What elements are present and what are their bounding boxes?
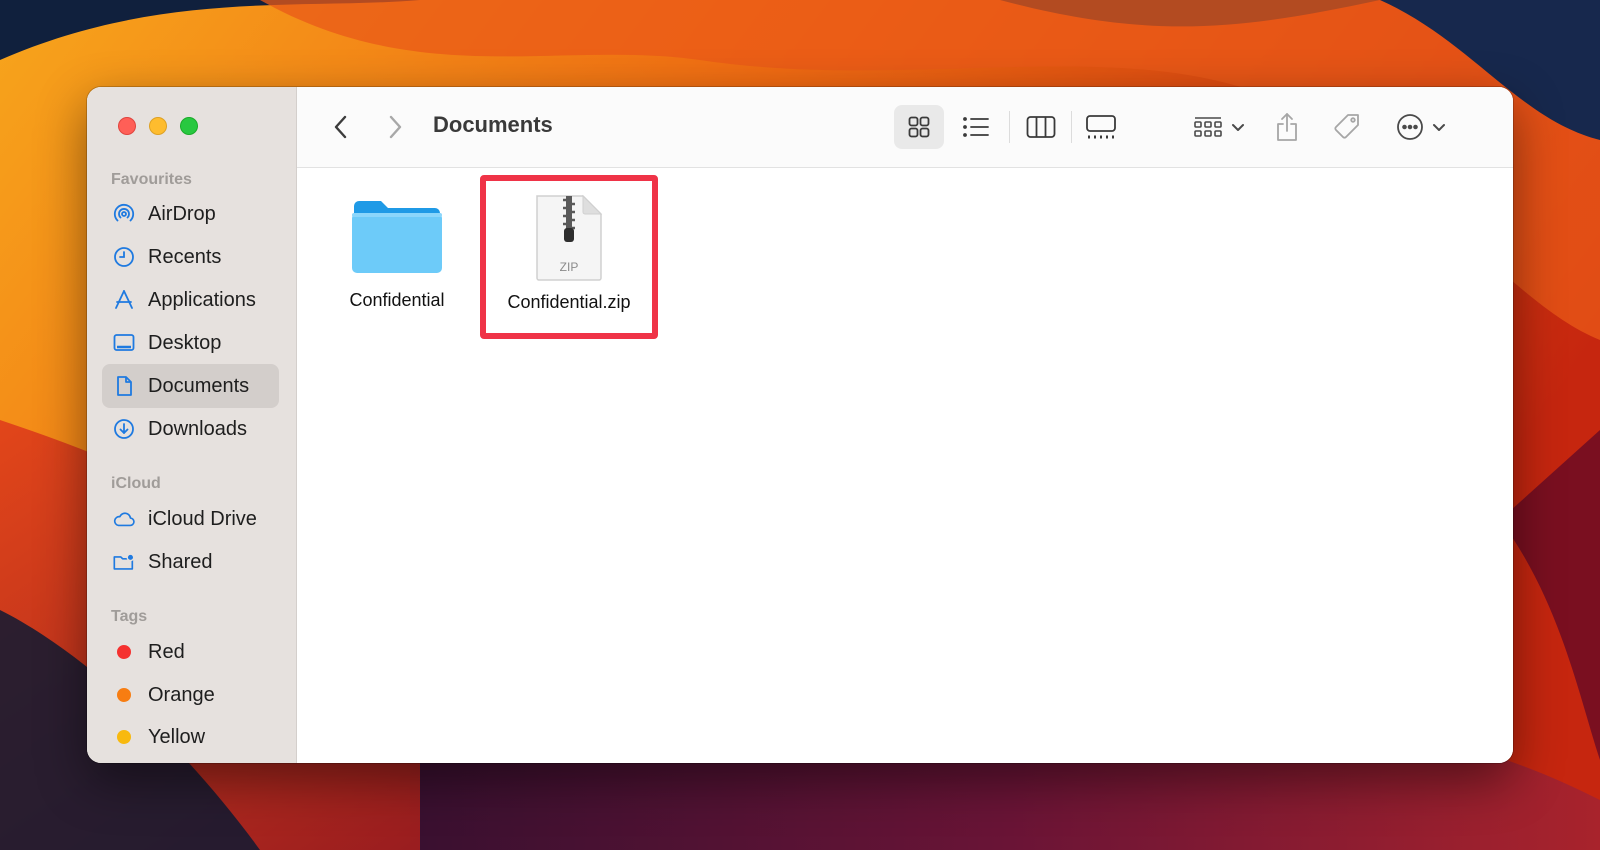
chevron-right-icon <box>389 115 402 139</box>
tag-icon <box>1334 114 1359 139</box>
cloud-icon <box>112 507 136 531</box>
gallery-view-button[interactable] <box>1074 105 1128 149</box>
sidebar-item-label: iCloud Drive <box>148 507 257 530</box>
chevron-left-icon <box>334 115 347 139</box>
minimize-window-button[interactable] <box>149 117 167 135</box>
sidebar-section-favourites: Favourites <box>111 171 192 188</box>
folder-icon <box>352 201 442 273</box>
sidebar-item-label: Red <box>148 640 185 663</box>
sidebar-item-icloud-drive[interactable]: iCloud Drive <box>102 497 279 541</box>
download-icon <box>112 417 136 441</box>
file-name: Confidential <box>349 290 445 310</box>
group-grid-icon <box>1194 117 1222 137</box>
more-actions-button[interactable] <box>1387 105 1455 149</box>
sidebar-item-documents[interactable]: Documents <box>102 364 279 408</box>
sidebar-item-downloads[interactable]: Downloads <box>102 407 279 451</box>
close-window-button[interactable] <box>118 117 136 135</box>
chevron-down-icon <box>1232 124 1244 131</box>
sidebar-item-label: Shared <box>148 550 213 573</box>
sidebar-item-applications[interactable]: Applications <box>102 278 279 322</box>
highlight-annotation-box <box>480 175 658 339</box>
finder-window: Favourites AirDrop Recents Applications … <box>87 87 1513 763</box>
sidebar-item-label: Orange <box>148 683 215 706</box>
sidebar-item-label: Documents <box>148 374 250 397</box>
toolbar-divider <box>1009 111 1010 143</box>
red-tag-dot-icon <box>117 645 131 659</box>
ellipsis-circle-icon <box>1397 114 1423 140</box>
sidebar-item-label: Applications <box>148 288 256 311</box>
desktop-icon <box>112 331 136 355</box>
document-icon <box>112 374 136 398</box>
forward-button[interactable] <box>377 109 413 145</box>
sidebar-item-label: Downloads <box>148 417 247 440</box>
sidebar-tag-red[interactable]: Red <box>102 630 279 674</box>
chevron-down-icon <box>1433 124 1445 131</box>
sidebar-item-recents[interactable]: Recents <box>102 235 279 279</box>
share-button[interactable] <box>1265 105 1309 149</box>
sidebar-item-label: Yellow <box>148 725 206 748</box>
shared-folder-icon <box>112 550 136 574</box>
fullscreen-window-button[interactable] <box>180 117 198 135</box>
back-button[interactable] <box>323 109 359 145</box>
toolbar: Documents <box>297 87 1513 168</box>
file-item-folder[interactable]: Confidential <box>332 196 462 311</box>
sidebar-item-label: AirDrop <box>148 202 216 225</box>
yellow-tag-dot-icon <box>117 730 131 744</box>
applications-icon <box>112 288 136 312</box>
sidebar: Favourites AirDrop Recents Applications … <box>87 87 297 763</box>
sidebar-item-label: Desktop <box>148 331 222 354</box>
toolbar-divider <box>1071 111 1072 143</box>
clock-icon <box>112 245 136 269</box>
column-view-button[interactable] <box>1016 105 1066 149</box>
sidebar-section-tags: Tags <box>111 608 148 625</box>
window-title: Documents <box>433 112 553 137</box>
grid-icon <box>908 116 930 138</box>
tags-button[interactable] <box>1325 105 1369 149</box>
icon-view-button[interactable] <box>894 105 944 149</box>
sidebar-item-airdrop[interactable]: AirDrop <box>102 192 279 236</box>
sidebar-item-shared[interactable]: Shared <box>102 540 279 584</box>
list-icon <box>963 117 989 137</box>
sidebar-tag-orange[interactable]: Orange <box>102 673 279 717</box>
orange-tag-dot-icon <box>117 688 131 702</box>
sidebar-tag-yellow[interactable]: Yellow <box>102 715 279 759</box>
group-by-button[interactable] <box>1187 105 1251 149</box>
list-view-button[interactable] <box>951 105 1001 149</box>
gallery-icon <box>1086 115 1116 139</box>
file-browser-content: Confidential ZIP Confidential.zip <box>297 168 1513 763</box>
airdrop-icon <box>112 202 136 226</box>
sidebar-item-label: Recents <box>148 245 222 268</box>
sidebar-item-desktop[interactable]: Desktop <box>102 321 279 365</box>
share-icon <box>1277 113 1297 141</box>
sidebar-section-icloud: iCloud <box>111 475 161 492</box>
columns-icon <box>1026 116 1056 138</box>
